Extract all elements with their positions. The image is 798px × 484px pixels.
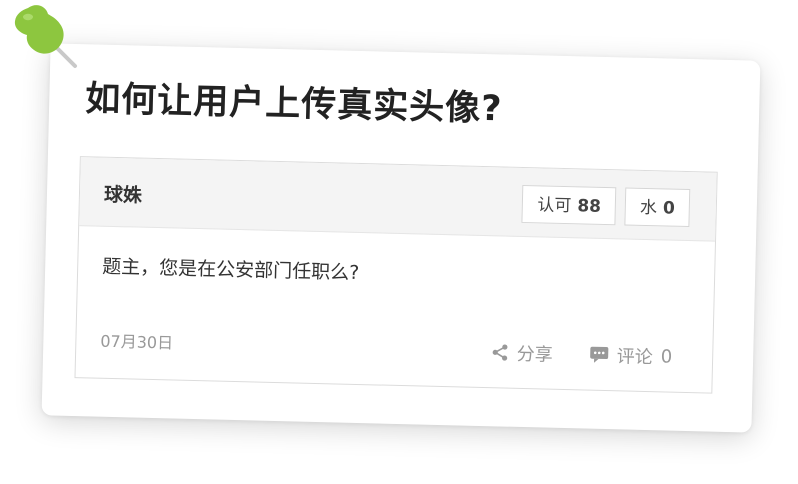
comment-count: 0 (660, 345, 673, 368)
stage: 如何让用户上传真实头像? 球姝 认可 88 水0 题主，您是在公安部门任职么? 0… (0, 0, 798, 484)
comment-button[interactable]: 评论 0 (588, 342, 672, 370)
vote-water-count: 0 (662, 198, 676, 219)
share-icon (492, 344, 508, 361)
vote-group: 认可 88 水0 (521, 184, 691, 228)
question-card: 如何让用户上传真实头像? 球姝 认可 88 水0 题主，您是在公安部门任职么? 0… (41, 43, 761, 433)
vote-water-button[interactable]: 水0 (624, 187, 691, 228)
share-button[interactable]: 分享 (490, 339, 553, 367)
answer-panel: 球姝 认可 88 水0 题主，您是在公安部门任职么? 07月30日 分享 评论 … (74, 156, 718, 394)
answer-actions: 分享 评论 0 (490, 339, 672, 369)
vote-up-count: 88 (577, 196, 602, 217)
pushpin-icon (14, 5, 77, 68)
comment-label: 评论 (616, 346, 653, 369)
answer-content: 题主，您是在公安部门任职么? (101, 255, 360, 284)
vote-up-button[interactable]: 认可 88 (521, 184, 617, 226)
vote-water-label: 水 (639, 197, 658, 219)
answer-author[interactable]: 球姝 (104, 180, 143, 208)
question-title[interactable]: 如何让用户上传真实头像? (85, 70, 503, 131)
answer-date: 07月30日 (100, 331, 174, 353)
vote-up-label: 认可 (537, 195, 572, 217)
comment-icon (589, 346, 608, 363)
answer-header: 球姝 认可 88 水0 (79, 157, 717, 242)
share-label: 分享 (516, 343, 553, 366)
